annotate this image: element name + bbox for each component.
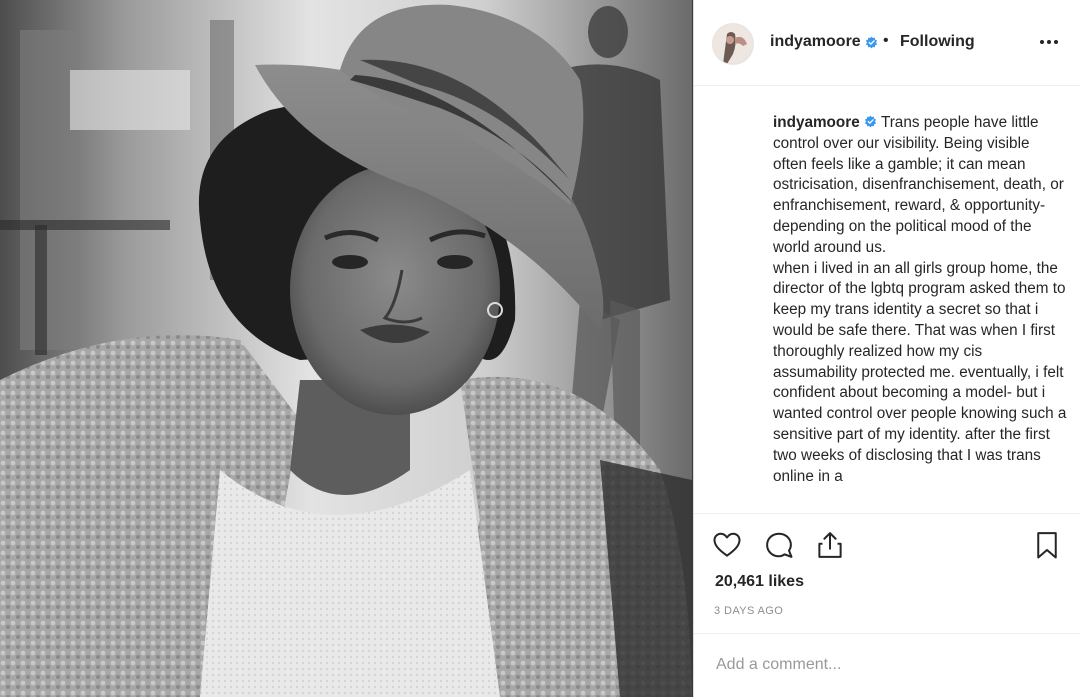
likes-count[interactable]: 20,461 likes xyxy=(715,573,804,591)
share-upload-icon[interactable] xyxy=(815,530,845,560)
avatar[interactable] xyxy=(712,23,754,65)
post-photo[interactable] xyxy=(0,0,692,697)
post-date[interactable]: 3 DAYS AGO xyxy=(714,605,783,617)
caption-username[interactable]: indyamoore xyxy=(773,114,860,131)
separator-dot: • xyxy=(883,32,889,49)
instagram-post-window: indyamoore • Following indyamoore Trans … xyxy=(0,0,1080,697)
avatar-image xyxy=(713,24,753,64)
portrait-image xyxy=(0,0,692,697)
caption-text: Trans people have little control over ou… xyxy=(773,114,1067,485)
post-sidebar: indyamoore • Following indyamoore Trans … xyxy=(693,0,1080,697)
bookmark-icon[interactable] xyxy=(1032,530,1062,560)
verified-badge-icon xyxy=(864,115,876,128)
comment-bubble-icon[interactable] xyxy=(764,530,794,560)
username-link[interactable]: indyamoore xyxy=(770,33,861,51)
verified-badge-icon xyxy=(865,36,878,49)
heart-icon[interactable] xyxy=(712,530,742,560)
caption-scroll-area[interactable]: indyamoore Trans people have little cont… xyxy=(694,86,1080,514)
following-button[interactable]: Following xyxy=(900,33,975,51)
comment-box xyxy=(694,633,1080,697)
post-header: indyamoore • Following xyxy=(694,0,1080,86)
more-options-icon[interactable] xyxy=(1037,30,1061,54)
comment-input[interactable] xyxy=(714,652,1058,678)
action-bar xyxy=(694,514,1080,574)
caption: indyamoore Trans people have little cont… xyxy=(773,113,1067,487)
